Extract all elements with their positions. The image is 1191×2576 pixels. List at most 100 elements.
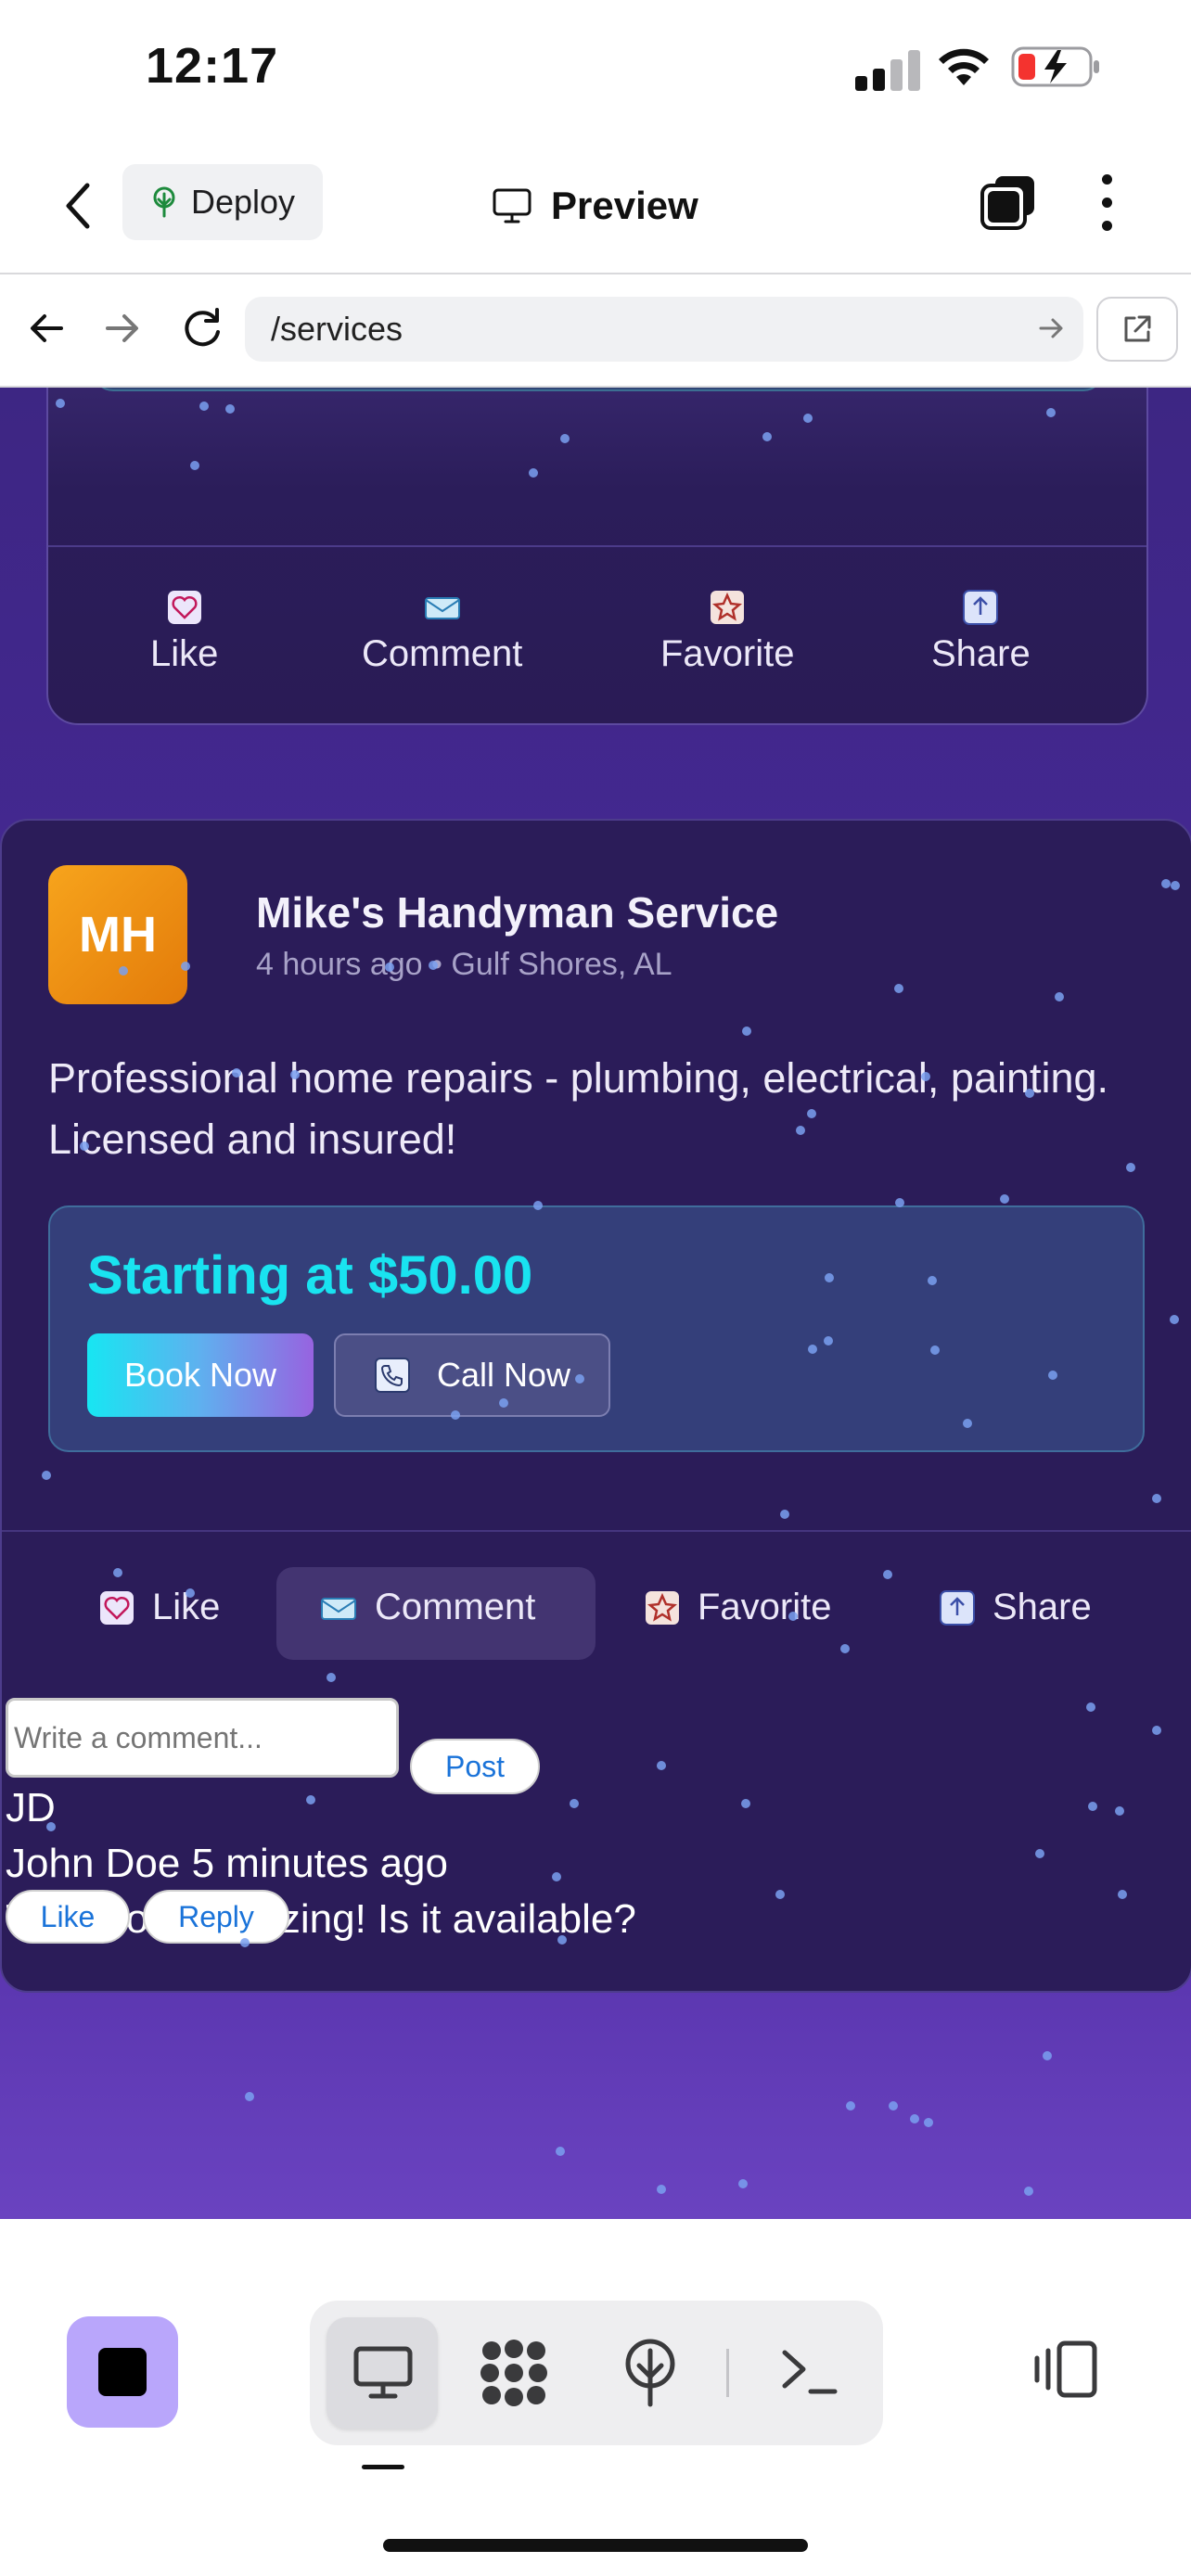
particle-dot	[738, 2179, 748, 2188]
particle-dot	[240, 1938, 250, 1947]
star-icon	[711, 591, 745, 624]
particle-dot	[921, 1072, 930, 1081]
particle-dot	[199, 402, 209, 411]
prev-favorite-button[interactable]: Favorite	[660, 589, 795, 675]
particle-dot	[232, 1068, 241, 1078]
prev-share-button[interactable]: Share	[931, 589, 1031, 675]
comment-time: 5 minutes ago	[191, 1841, 448, 1886]
back-chevron-icon[interactable]	[58, 178, 98, 234]
share-icon	[963, 590, 999, 625]
favorite-button[interactable]: Favorite	[644, 1587, 832, 1628]
phone-icon	[374, 1358, 410, 1393]
url-text: /services	[271, 310, 403, 348]
price-label: Starting at $50.00	[87, 1245, 533, 1306]
share-icon	[940, 1589, 975, 1626]
share-button[interactable]: Share	[939, 1587, 1092, 1628]
post-body: Professional home repairs - plumbing, el…	[48, 1054, 1109, 1163]
sidebar-toggle-icon[interactable]	[1031, 2340, 1100, 2399]
particle-dot	[657, 1761, 666, 1770]
browser-forward-icon[interactable]	[102, 308, 143, 349]
grid-blocks-icon[interactable]	[479, 2338, 549, 2408]
post-time: 4 hours ago	[256, 947, 423, 982]
particle-dot	[56, 399, 65, 408]
heart-icon	[100, 1590, 134, 1625]
tabs-icon[interactable]	[979, 172, 1038, 232]
prev-comment-button[interactable]: Comment	[362, 589, 522, 675]
particle-dot	[762, 432, 772, 441]
particle-dot	[741, 1799, 750, 1808]
deploy-button[interactable]: Deploy	[122, 164, 323, 240]
preview-title-text: Preview	[551, 184, 698, 227]
prev-share-label: Share	[931, 633, 1031, 674]
particle-dot	[1046, 408, 1056, 417]
like-button[interactable]: Like	[98, 1587, 220, 1628]
wifi-icon	[939, 48, 989, 85]
comment-label: Comment	[375, 1587, 536, 1627]
divider	[2, 1530, 1191, 1532]
comment-like-button[interactable]: Like	[6, 1890, 130, 1944]
business-name[interactable]: Mike's Handyman Service	[256, 887, 778, 937]
service-post-card: MH Mike's Handyman Service 4 hours ago •…	[0, 819, 1191, 1993]
particle-dot	[1118, 1890, 1127, 1899]
home-indicator	[383, 2539, 808, 2552]
particle-dot	[1126, 1163, 1135, 1172]
cellular-signal-icon	[855, 48, 920, 91]
particle-dot	[808, 1345, 817, 1354]
comment-input[interactable]	[6, 1698, 399, 1778]
particle-dot	[840, 1644, 850, 1653]
view-switcher	[310, 2301, 883, 2445]
reload-icon[interactable]	[180, 306, 224, 351]
particle-dot	[895, 1198, 904, 1207]
star-icon	[646, 1590, 679, 1625]
particle-dot	[883, 1570, 892, 1579]
open-external-button[interactable]	[1096, 297, 1178, 362]
comment-button[interactable]: Comment	[319, 1587, 535, 1628]
go-arrow-icon[interactable]	[1037, 313, 1067, 343]
particle-dot	[894, 984, 903, 993]
battery-charging-icon	[1011, 46, 1099, 87]
particle-dot	[560, 434, 570, 443]
terminal-icon[interactable]	[779, 2347, 839, 2397]
heart-icon	[167, 591, 201, 624]
post-location: Gulf Shores, AL	[451, 947, 672, 982]
more-options-icon[interactable]	[1095, 174, 1119, 239]
post-meta: 4 hours ago • Gulf Shores, AL	[256, 947, 672, 983]
particle-dot	[1055, 992, 1064, 1001]
external-link-icon	[1124, 315, 1151, 342]
particle-dot	[788, 1612, 798, 1621]
particle-dot	[930, 1345, 940, 1355]
particle-dot	[556, 2147, 565, 2156]
envelope-icon	[424, 597, 460, 619]
particle-dot	[190, 461, 199, 470]
post-comment-button[interactable]: Post	[410, 1739, 540, 1794]
bottom-toolbar	[0, 2219, 1191, 2576]
browser-back-icon[interactable]	[26, 308, 67, 349]
preview-title: Preview	[492, 172, 698, 239]
particle-dot	[552, 1872, 561, 1881]
particle-dot	[451, 1410, 460, 1420]
particle-dot	[80, 1141, 89, 1151]
particle-dot	[910, 2114, 919, 2123]
particle-dot	[742, 1027, 751, 1036]
particle-dot	[928, 1276, 937, 1285]
envelope-icon	[321, 1597, 356, 1620]
deploy-tree-icon[interactable]	[621, 2338, 679, 2408]
price-box: Starting at $50.00 Book Now Call Now	[48, 1205, 1145, 1452]
url-field[interactable]: /services	[245, 297, 1083, 362]
particle-dot	[499, 1398, 508, 1408]
particle-dot	[1161, 879, 1171, 888]
preview-tab-active[interactable]	[327, 2317, 438, 2429]
particle-dot	[780, 1510, 789, 1519]
particle-dot	[889, 2101, 898, 2111]
particle-dot	[775, 1890, 785, 1899]
comment-reply-button[interactable]: Reply	[143, 1890, 289, 1944]
stop-button[interactable]	[67, 2316, 178, 2428]
particle-dot	[570, 1799, 579, 1808]
particle-dot	[1000, 1194, 1009, 1204]
book-now-button[interactable]: Book Now	[87, 1333, 314, 1417]
call-now-button[interactable]: Call Now	[334, 1333, 610, 1417]
prev-like-button[interactable]: Like	[150, 589, 218, 675]
previous-post-card: Like Comment Favorite Share	[46, 388, 1148, 725]
particle-dot	[327, 1673, 336, 1682]
prev-comment-label: Comment	[362, 633, 523, 674]
